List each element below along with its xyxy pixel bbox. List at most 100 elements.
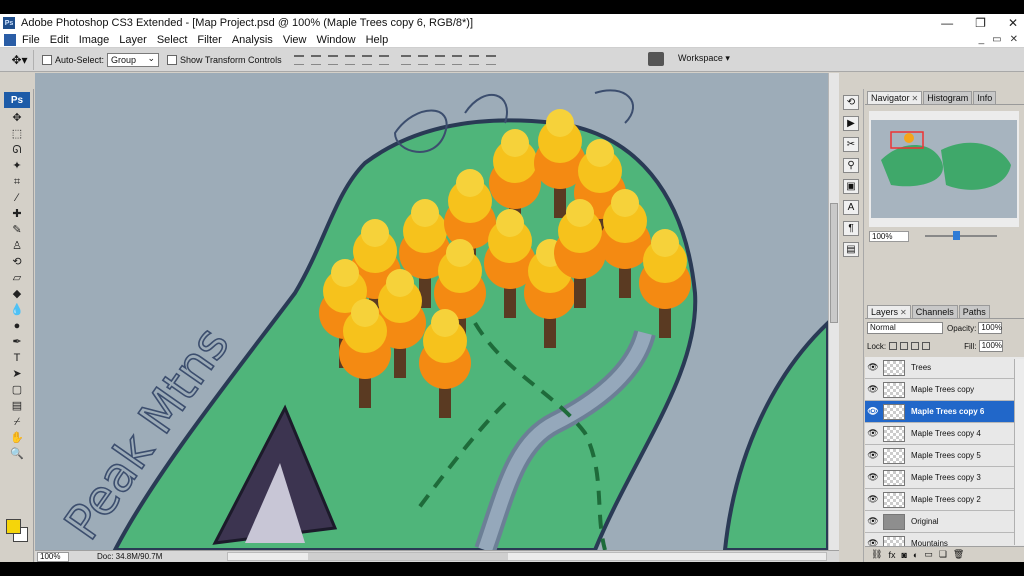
menu-edit[interactable]: Edit — [50, 34, 69, 46]
brush-tool-icon[interactable]: ✎ — [7, 223, 27, 238]
eraser-tool-icon[interactable]: ▱ — [7, 271, 27, 286]
foreground-color-swatch[interactable] — [6, 519, 21, 534]
tab-navigator[interactable]: Navigator ✕ — [867, 91, 923, 104]
dodge-tool-icon[interactable]: ● — [7, 319, 27, 334]
layer-row[interactable]: 👁 Maple Trees copy 2 — [865, 489, 1024, 511]
align-right-icon[interactable] — [378, 54, 389, 65]
fx-icon[interactable]: fx — [888, 550, 895, 560]
new-layer-icon[interactable]: ❏ — [939, 549, 947, 560]
document-canvas[interactable]: Peak Mtns — [35, 73, 828, 550]
layer-row-selected[interactable]: 👁 Maple Trees copy 6 — [865, 401, 1024, 423]
visibility-eye-icon[interactable]: 👁 — [865, 362, 881, 373]
group-icon[interactable]: ▭ — [924, 549, 933, 560]
align-hcenter-icon[interactable] — [361, 54, 372, 65]
lock-all-icon[interactable] — [922, 342, 931, 350]
auto-select-dropdown[interactable]: Group — [107, 52, 160, 67]
shape-tool-icon[interactable]: ▢ — [7, 383, 27, 398]
navigator-thumbnail[interactable] — [869, 111, 1019, 227]
marquee-tool-icon[interactable]: ⬚ — [7, 127, 27, 142]
healing-tool-icon[interactable]: ✚ — [7, 207, 27, 222]
adjustment-icon[interactable]: ◐ — [913, 550, 918, 560]
layers-scrollbar[interactable] — [1014, 359, 1024, 545]
move-tool-icon[interactable]: ✥ — [7, 111, 27, 126]
lock-position-icon[interactable] — [911, 342, 920, 350]
align-top-icon[interactable] — [293, 54, 304, 65]
lock-transparency-icon[interactable] — [889, 342, 898, 350]
doc-close-icon[interactable]: ✕ — [1010, 34, 1018, 45]
layer-row[interactable]: 👁 Original — [865, 511, 1024, 533]
menu-image[interactable]: Image — [79, 34, 110, 46]
zoom-slider-knob[interactable] — [953, 231, 960, 240]
magic-wand-tool-icon[interactable]: ✦ — [7, 159, 27, 174]
visibility-eye-icon[interactable]: 👁 — [865, 450, 881, 461]
move-tool-preset-icon[interactable]: ✥▾ — [6, 49, 34, 70]
menu-window[interactable]: Window — [316, 34, 355, 46]
path-select-tool-icon[interactable]: ➤ — [7, 367, 27, 382]
layer-comps-icon[interactable]: ▤ — [843, 242, 859, 257]
pen-tool-icon[interactable]: ✒ — [7, 335, 27, 350]
menu-analysis[interactable]: Analysis — [232, 34, 273, 46]
visibility-eye-icon[interactable]: 👁 — [865, 406, 881, 417]
visibility-eye-icon[interactable]: 👁 — [865, 472, 881, 483]
layer-row[interactable]: 👁 Maple Trees copy 5 — [865, 445, 1024, 467]
trash-icon[interactable]: 🗑 — [953, 549, 964, 560]
menu-layer[interactable]: Layer — [119, 34, 147, 46]
ps-badge-icon[interactable]: Ps — [4, 92, 30, 108]
brushes-panel-icon[interactable]: ⚲ — [843, 158, 859, 173]
tool-presets-icon[interactable]: ✂ — [843, 137, 859, 152]
eyedropper-tool-icon[interactable]: ⌿ — [7, 415, 27, 430]
blend-mode-dropdown[interactable]: Normal — [867, 322, 943, 334]
mask-icon[interactable]: ◙ — [901, 550, 906, 560]
tab-paths[interactable]: Paths — [958, 305, 990, 318]
restore-icon[interactable]: ❐ — [975, 16, 986, 30]
align-bottom-icon[interactable] — [327, 54, 338, 65]
history-panel-icon[interactable]: ⟲ — [843, 95, 859, 110]
visibility-eye-icon[interactable]: 👁 — [865, 384, 881, 395]
distribute-top-icon[interactable] — [400, 54, 411, 65]
hand-tool-icon[interactable]: ✋ — [7, 431, 27, 446]
lock-pixels-icon[interactable] — [900, 342, 909, 350]
fill-field[interactable]: 100% — [978, 340, 1003, 352]
menu-filter[interactable]: Filter — [197, 34, 221, 46]
minimize-icon[interactable]: — — [941, 16, 953, 30]
distribute-left-icon[interactable] — [451, 54, 462, 65]
paragraph-panel-icon[interactable]: ¶ — [843, 221, 859, 236]
visibility-eye-icon[interactable]: 👁 — [865, 516, 881, 527]
align-vcenter-icon[interactable] — [310, 54, 321, 65]
menu-select[interactable]: Select — [157, 34, 188, 46]
tab-histogram[interactable]: Histogram — [923, 91, 973, 104]
layer-row[interactable]: 👁 Trees — [865, 357, 1024, 379]
align-left-icon[interactable] — [344, 54, 355, 65]
type-tool-icon[interactable]: T — [7, 351, 27, 366]
distribute-vcenter-icon[interactable] — [417, 54, 428, 65]
distribute-right-icon[interactable] — [485, 54, 496, 65]
distribute-hcenter-icon[interactable] — [468, 54, 479, 65]
bridge-icon[interactable] — [648, 52, 664, 66]
character-panel-icon[interactable]: A — [843, 200, 859, 215]
vertical-scroll-thumb[interactable] — [830, 203, 838, 323]
auto-select-checkbox[interactable] — [42, 54, 52, 65]
notes-tool-icon[interactable]: ▤ — [7, 399, 27, 414]
history-brush-tool-icon[interactable]: ⟲ — [7, 255, 27, 270]
transform-controls-checkbox[interactable] — [167, 54, 178, 65]
blur-tool-icon[interactable]: 💧 — [7, 303, 27, 318]
navigator-zoom-field[interactable]: 100% — [869, 230, 909, 242]
horizontal-scroll-thumb[interactable] — [308, 553, 508, 560]
tab-channels[interactable]: Channels — [911, 305, 958, 318]
paint-bucket-tool-icon[interactable]: ◆ — [7, 287, 27, 302]
lasso-tool-icon[interactable]: ᘏ — [7, 143, 27, 158]
visibility-eye-icon[interactable]: 👁 — [865, 494, 881, 505]
doc-restore-icon[interactable]: ▭ — [992, 34, 1001, 45]
distribute-bottom-icon[interactable] — [434, 54, 445, 65]
menu-file[interactable]: File — [22, 34, 40, 46]
document-icon[interactable] — [4, 33, 16, 46]
link-icon[interactable]: ⛓ — [871, 549, 882, 560]
close-icon[interactable]: ✕ — [1008, 16, 1018, 30]
doc-size-info[interactable]: Doc: 34.8M/90.7M — [97, 552, 162, 561]
zoom-tool-icon[interactable]: 🔍 — [7, 447, 27, 462]
tab-layers[interactable]: Layers ✕ — [867, 305, 911, 318]
doc-minimize-icon[interactable]: _ — [979, 34, 985, 45]
opacity-field[interactable]: 100% — [978, 322, 1003, 334]
actions-panel-icon[interactable]: ▶ — [843, 116, 859, 131]
clone-stamp-tool-icon[interactable]: ♙ — [7, 239, 27, 254]
